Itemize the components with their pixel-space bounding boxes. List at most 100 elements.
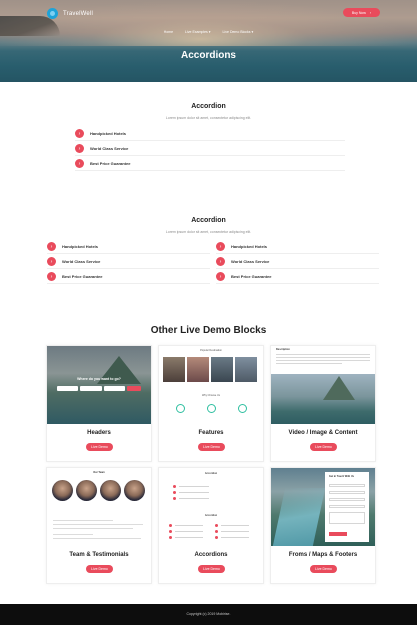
accordion-item-label: Handpicked Hotels — [62, 244, 99, 249]
accordion-one-title: Accordion — [191, 103, 226, 110]
accordion-item-label: Handpicked Hotels — [231, 244, 268, 249]
accordion-item-label: Handpicked Hotels — [90, 131, 127, 136]
preview-photo — [187, 357, 209, 382]
avatar — [124, 480, 145, 501]
logo-icon — [47, 8, 58, 19]
chevron-right-icon: › — [47, 242, 56, 251]
accordion-two-right-item[interactable]: › Handpicked Hotels — [216, 240, 379, 254]
brand-name: TravelWell — [63, 10, 94, 17]
demo-card-video[interactable]: Description Video / Image & Content Live… — [270, 345, 376, 462]
preview-subheading: Why Choose Us — [201, 394, 221, 397]
chevron-right-icon: › — [75, 129, 84, 138]
feature-icon — [176, 404, 185, 413]
live-demo-button[interactable]: Live Demo — [310, 565, 337, 573]
live-demo-button[interactable]: Live Demo — [86, 443, 113, 451]
accordion-two-left-item[interactable]: › Handpicked Hotels — [47, 240, 210, 254]
nav-item-home[interactable]: Home — [164, 30, 173, 34]
preview-search-bar — [57, 386, 141, 391]
accordion-one-item[interactable]: › World Class Service — [75, 142, 345, 156]
card-title: Accordions — [194, 552, 228, 558]
card-title: Froms / Maps & Footers — [288, 552, 358, 558]
card-title: Features — [198, 430, 224, 436]
accordion-two-left-item[interactable]: › World Class Service — [47, 255, 210, 269]
avatar — [52, 480, 73, 501]
features-preview-image: Popular Destination Why Choose Us — [159, 346, 263, 424]
buy-now-button[interactable]: Buy Now › — [343, 8, 380, 17]
feature-icon — [207, 404, 216, 413]
preview-text-lines — [276, 354, 370, 366]
avatar — [76, 480, 97, 501]
brand-logo[interactable]: TravelWell — [47, 8, 93, 19]
preview-heading: Where do you want to go? — [77, 377, 121, 381]
preview-heading: Accordion — [204, 472, 218, 475]
accordion-two-right-item[interactable]: › Best Price Guarantee — [216, 270, 379, 284]
river-shape — [272, 488, 326, 546]
demo-card-features[interactable]: Popular Destination Why Choose Us Featur… — [158, 345, 264, 462]
preview-photo — [211, 357, 233, 382]
accordion-item-label: Best Price Guarantee — [231, 274, 272, 279]
live-demo-button[interactable]: Live Demo — [198, 565, 225, 573]
forms-preview-image: Get in Touch With Us — [271, 468, 375, 546]
chevron-right-icon: › — [216, 242, 225, 251]
chevron-right-icon: › — [47, 257, 56, 266]
accordion-item-label: World Class Service — [62, 259, 101, 264]
preview-submit — [329, 532, 347, 536]
accordion-one-item[interactable]: › Handpicked Hotels — [75, 127, 345, 141]
live-demo-button[interactable]: Live Demo — [310, 443, 337, 451]
accordions-preview-image: Accordion Accordion — [159, 468, 263, 546]
main-nav: Home Live Examples ▾ Live Demo Blocks ▾ — [0, 30, 417, 34]
accordion-item-label: Best Price Guarantee — [90, 161, 131, 166]
preview-heading: Popular Destination — [200, 349, 222, 352]
preview-photo — [271, 374, 375, 424]
demo-card-accordions[interactable]: Accordion Accordion Accordions Live Demo — [158, 467, 264, 584]
card-title: Team & Testimonials — [69, 552, 129, 558]
accordion-item-label: World Class Service — [231, 259, 270, 264]
accordion-one-item[interactable]: › Best Price Guarantee — [75, 157, 345, 171]
preview-photo — [235, 357, 257, 382]
accordion-two-subtitle: Lorem ipsum dolor sit amet, consectetur … — [165, 230, 252, 234]
avatar — [100, 480, 121, 501]
accordion-two-title: Accordion — [191, 217, 226, 224]
preview-heading: Get in Touch With Us — [329, 475, 355, 478]
page-title: Accordions — [180, 50, 236, 61]
video-preview-image: Description — [271, 346, 375, 424]
preview-text-line — [53, 528, 133, 529]
arrow-right-icon: › — [369, 10, 372, 15]
chevron-right-icon: › — [75, 159, 84, 168]
preview-text-line — [53, 538, 141, 539]
live-demo-button[interactable]: Live Demo — [198, 443, 225, 451]
accordion-two-left-item[interactable]: › Best Price Guarantee — [47, 270, 210, 284]
headers-preview-image: Where do you want to go? — [47, 346, 151, 424]
chevron-right-icon: › — [75, 144, 84, 153]
preview-form: Get in Touch With Us — [325, 472, 369, 542]
card-title: Headers — [87, 430, 111, 436]
nav-item-live-examples[interactable]: Live Examples ▾ — [185, 30, 211, 34]
preview-heading: Our Team — [93, 471, 105, 474]
card-title: Video / Image & Content — [288, 430, 358, 436]
chevron-right-icon: › — [216, 257, 225, 266]
footer-copyright: Copyright (c) 2019 Mobirise. — [186, 612, 231, 616]
hero-banner: TravelWell Home Live Examples ▾ Live Dem… — [0, 0, 417, 82]
preview-heading: Accordion — [204, 514, 218, 517]
buy-now-label: Buy Now — [351, 10, 366, 15]
preview-heading: Description — [276, 348, 290, 351]
accordion-two-right-item[interactable]: › World Class Service — [216, 255, 379, 269]
demo-card-forms[interactable]: Get in Touch With Us Froms / Maps & Foot… — [270, 467, 376, 584]
feature-icon — [238, 404, 247, 413]
accordion-one-subtitle: Lorem ipsum dolor sit amet, consectetur … — [165, 116, 252, 120]
preview-text-line — [53, 524, 143, 525]
footer: Copyright (c) 2019 Mobirise. — [0, 604, 417, 625]
preview-photo — [163, 357, 185, 382]
chevron-right-icon: › — [216, 272, 225, 281]
team-preview-image: Our Team — [47, 468, 151, 546]
preview-text-line — [53, 520, 113, 521]
nav-item-live-demo-blocks[interactable]: Live Demo Blocks ▾ — [223, 30, 254, 34]
chevron-right-icon: › — [47, 272, 56, 281]
accordion-item-label: Best Price Guarantee — [62, 274, 103, 279]
demo-blocks-title: Other Live Demo Blocks — [150, 325, 267, 336]
preview-text-line — [53, 534, 93, 535]
accordion-item-label: World Class Service — [90, 146, 129, 151]
demo-card-headers[interactable]: Where do you want to go? Headers Live De… — [46, 345, 152, 462]
live-demo-button[interactable]: Live Demo — [86, 565, 113, 573]
demo-card-team[interactable]: Our Team Team & Testimonials Live Demo — [46, 467, 152, 584]
